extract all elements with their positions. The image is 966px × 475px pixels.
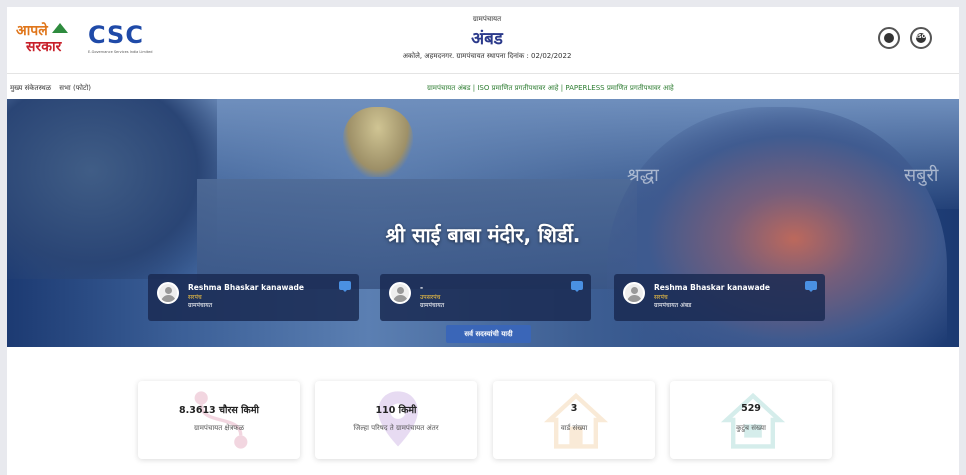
iso-emblem-icon: ISO: [910, 27, 932, 49]
member-place: ग्रामपंचायत अंबड: [654, 302, 692, 309]
avatar: [623, 282, 645, 304]
home-icon: [720, 392, 786, 449]
hero-banner: श्रद्धा सबुरी श्री साई बाबा मंदीर, शिर्ड…: [7, 99, 959, 347]
stat-label: कुटुंब संख्या: [736, 424, 766, 432]
member-role: सरपंच: [188, 294, 202, 301]
header-subtitle: अकोले, अहमदनगर. ग्रामपंचायत स्थापना दिना…: [402, 52, 572, 60]
aaple-logo-line2: सरकार: [26, 39, 62, 55]
stat-value: 8.3613 चौरस किमी: [179, 405, 259, 416]
member-name: Reshma Bhaskar kanawade: [654, 283, 770, 292]
site-header: आपले सरकार CSC E-Governance Services Ind…: [7, 7, 959, 74]
stat-value: 110 किमी: [375, 405, 417, 416]
news-ticker: ग्रामपंचायत अंबड | ISO प्रमाणित प्रगतीपथ…: [427, 84, 674, 92]
stat-card-wards: 3 वार्ड संख्या: [493, 381, 655, 459]
csc-logo[interactable]: CSC E-Governance Services India Limited: [88, 21, 152, 57]
stat-card-families: 529 कुटुंब संख्या: [670, 381, 832, 459]
member-card[interactable]: - उपसरपंच ग्रामपंचायत: [380, 274, 591, 321]
stat-label: जिल्हा परिषद ते ग्रामपंचायत अंतर: [353, 424, 439, 432]
iso-emblem-text: ISO: [916, 34, 926, 40]
hero-bg-text-left: श्रद्धा: [627, 165, 659, 186]
avatar: [389, 282, 411, 304]
nav-links: मुख्य संकेतस्थळ सभा (फोटो): [10, 84, 97, 93]
stat-card-area: 8.3613 चौरस किमी ग्रामपंचायत क्षेत्रफळ: [138, 381, 300, 459]
member-place: ग्रामपंचायत: [420, 302, 445, 309]
nav-item-meeting-photos[interactable]: सभा (फोटो): [59, 84, 91, 92]
aaple-roof-icon: [52, 23, 68, 33]
map-pin-icon: [378, 391, 418, 447]
nav-bar: मुख्य संकेतस्थळ सभा (फोटो) ग्रामपंचायत अ…: [7, 77, 959, 100]
csc-logo-text: CSC: [88, 21, 144, 49]
stat-label: वार्ड संख्या: [560, 424, 588, 432]
gram-emblem-icon: [878, 27, 900, 49]
csc-logo-subtext: E-Governance Services India Limited: [88, 50, 153, 54]
hero-title: श्री साई बाबा मंदीर, शिर्डी.: [385, 223, 581, 247]
aaple-sarkar-logo[interactable]: आपले सरकार: [16, 21, 78, 57]
stat-value: 529: [741, 403, 761, 414]
hero-bg-text-right: सबुरी: [904, 165, 939, 186]
member-role: उपसरपंच: [420, 294, 441, 301]
house-icon: [543, 392, 609, 449]
member-role: सरपंच: [654, 294, 668, 301]
stat-card-distance: 110 किमी जिल्हा परिषद ते ग्रामपंचायत अंत…: [315, 381, 477, 459]
emblem-center: [884, 33, 894, 43]
member-card[interactable]: Reshma Bhaskar kanawade सरपंच ग्रामपंचाय…: [148, 274, 359, 321]
member-name: -: [420, 283, 424, 292]
stat-value: 3: [570, 403, 578, 414]
header-small-title: ग्रामपंचायत: [472, 15, 502, 23]
member-name: Reshma Bhaskar kanawade: [188, 283, 304, 292]
nav-item-main-site[interactable]: मुख्य संकेतस्थळ: [10, 84, 51, 92]
avatar: [157, 282, 179, 304]
member-place: ग्रामपंचायत: [188, 302, 213, 309]
route-icon: [194, 391, 248, 449]
temple-dome-image: [343, 107, 413, 177]
header-center: ग्रामपंचायत अंबड अकोले, अहमदनगर. ग्रामपं…: [337, 15, 637, 61]
chat-icon[interactable]: [805, 281, 817, 292]
member-card[interactable]: Reshma Bhaskar kanawade सरपंच ग्रामपंचाय…: [614, 274, 825, 321]
chat-icon[interactable]: [571, 281, 583, 292]
hero-tree: [7, 99, 217, 279]
page-title: अंबड: [471, 29, 503, 49]
chat-icon[interactable]: [339, 281, 351, 292]
stat-label: ग्रामपंचायत क्षेत्रफळ: [193, 424, 245, 432]
stats-section: 8.3613 चौरस किमी ग्रामपंचायत क्षेत्रफळ 1…: [7, 347, 959, 475]
all-members-button[interactable]: सर्व सदस्यांची यादी: [446, 325, 531, 343]
page-frame: आपले सरकार CSC E-Governance Services Ind…: [7, 7, 959, 475]
